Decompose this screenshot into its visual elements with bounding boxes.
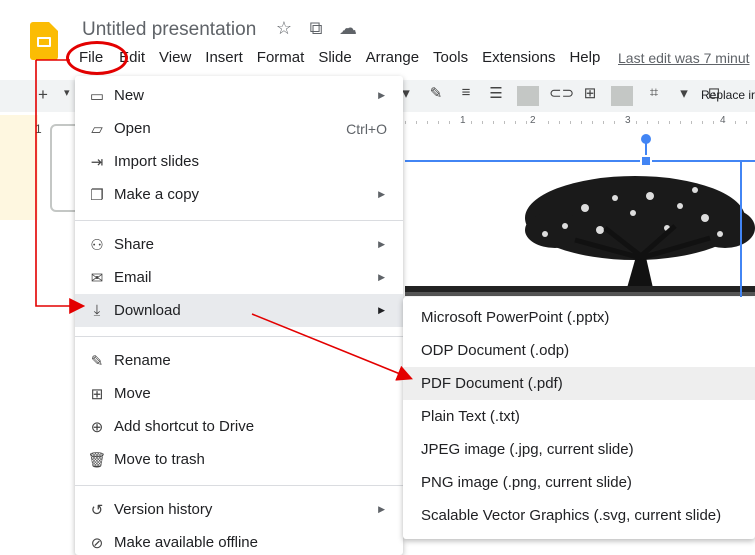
menu-divider [75,220,403,221]
submenu-arrow-icon: ▶ [378,272,385,282]
file-menu-add-shortcut[interactable]: ⊕ Add shortcut to Drive [75,410,403,443]
offline-check-icon: ⊘ [90,534,104,552]
open-shortcut: Ctrl+O [346,120,387,137]
download-svg[interactable]: Scalable Vector Graphics (.svg, current … [403,499,755,532]
submenu-arrow-icon: ▶ [378,239,385,249]
download-submenu: Microsoft PowerPoint (.pptx) ODP Documen… [403,297,755,539]
file-menu-rename[interactable]: ✎ Rename [75,344,403,377]
tree-image[interactable] [405,168,755,308]
comment-icon[interactable]: ⊞ [579,84,601,108]
move-folder-icon: ⊞ [90,385,104,403]
submenu-arrow-icon: ▶ [378,305,385,315]
download-odp[interactable]: ODP Document (.odp) [403,334,755,367]
resize-handle[interactable] [640,155,652,167]
last-edit-link[interactable]: Last edit was 7 minut [618,50,750,66]
copy-icon: ❐ [90,186,104,204]
folder-icon: ▱ [91,120,103,138]
line-dash-icon[interactable]: ☰ [485,84,507,108]
presentation-title[interactable]: Untitled presentation [82,19,256,41]
submenu-arrow-icon: ▶ [378,90,385,100]
import-icon: ⇥ [90,153,104,171]
move-to-folder-icon[interactable]: ⧉ [306,18,326,39]
menu-arrange[interactable]: Arrange [359,46,426,70]
menu-slide[interactable]: Slide [311,46,358,70]
new-presentation-icon: ▭ [89,87,105,105]
download-icon: ⤓ [93,302,101,319]
menu-help[interactable]: Help [562,46,607,70]
link-icon[interactable]: ⊂⊃ [549,84,574,108]
crop-icon[interactable]: ⌗ [643,84,665,108]
submenu-arrow-icon: ▶ [378,504,385,514]
download-pdf[interactable]: PDF Document (.pdf) [403,367,755,400]
submenu-arrow-icon: ▶ [378,189,385,199]
trash-icon: 🗑 [87,451,107,469]
history-icon: ↺ [90,501,104,519]
slide-number: 1 [35,122,42,136]
menu-divider [75,485,403,486]
menu-tools[interactable]: Tools [426,46,475,70]
file-menu-version-history[interactable]: ↺ Version history ▶ [75,493,403,526]
add-person-icon: ⚇ [90,236,104,254]
ruler-mark: 3 [623,115,633,126]
toolbar-separator [517,86,539,106]
add-shortcut-icon: ⊕ [90,418,104,436]
ruler-mark: 2 [528,115,538,126]
selection-border-top [405,160,755,162]
ruler-mark: 4 [718,115,728,126]
file-menu-annotation-circle [66,41,128,75]
email-icon: ✉ [90,269,104,287]
download-png[interactable]: PNG image (.png, current slide) [403,466,755,499]
filmstrip-highlight [0,115,38,220]
download-jpg[interactable]: JPEG image (.jpg, current slide) [403,433,755,466]
rotation-handle[interactable] [641,134,651,144]
cloud-status-icon[interactable]: ☁ [338,18,358,39]
new-slide-button[interactable]: + [38,85,48,105]
crop-caret-icon[interactable]: ▾ [673,84,695,108]
toolbar-separator [611,86,633,106]
menu-divider [75,336,403,337]
menu-bar: File Edit View Insert Format Slide Arran… [70,46,607,70]
file-menu-move[interactable]: ⊞ Move [75,377,403,410]
menu-extensions[interactable]: Extensions [475,46,562,70]
slides-logo[interactable] [30,22,58,60]
menu-insert[interactable]: Insert [198,46,250,70]
new-slide-caret-icon[interactable]: ▾ [64,86,70,99]
menu-format[interactable]: Format [250,46,312,70]
file-menu-offline[interactable]: ⊘ Make available offline [75,526,403,555]
line-weight-icon[interactable]: ≡ [455,84,477,108]
file-menu-email[interactable]: ✉ Email ▶ [75,261,403,294]
ruler-mark: 1 [458,115,468,126]
star-icon[interactable]: ☆ [274,18,294,39]
rename-icon: ✎ [90,352,104,370]
download-txt[interactable]: Plain Text (.txt) [403,400,755,433]
file-menu-make-copy[interactable]: ❐ Make a copy ▶ [75,178,403,211]
file-menu: ▭ New ▶ ▱ Open Ctrl+O ⇥ Import slides ❐ … [75,76,403,555]
file-menu-open[interactable]: ▱ Open Ctrl+O [75,112,403,145]
file-menu-share[interactable]: ⚇ Share ▶ [75,228,403,261]
file-menu-move-to-trash[interactable]: 🗑 Move to trash [75,443,403,476]
pen-icon[interactable]: ✎ [425,84,447,108]
replace-image-button[interactable]: Replace ir [701,88,755,102]
file-menu-new[interactable]: ▭ New ▶ [75,79,403,112]
file-menu-import-slides[interactable]: ⇥ Import slides [75,145,403,178]
download-pptx[interactable]: Microsoft PowerPoint (.pptx) [403,301,755,334]
menu-view[interactable]: View [152,46,198,70]
file-menu-download[interactable]: ⤓ Download ▶ [75,294,403,327]
